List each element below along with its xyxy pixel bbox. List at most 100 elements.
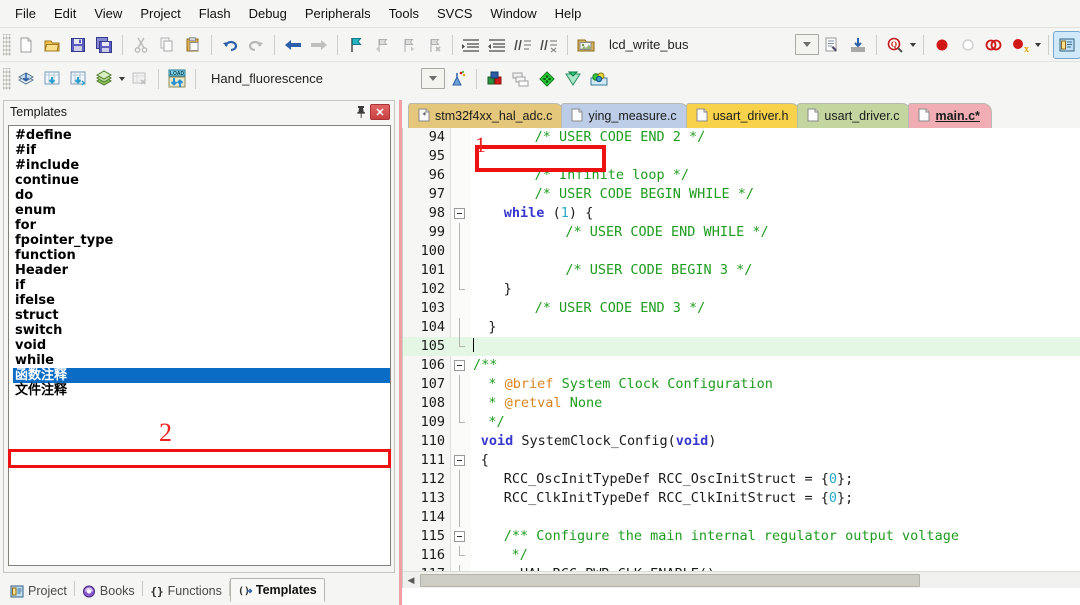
bookmark-clear-icon[interactable]: [421, 32, 447, 58]
undo-icon[interactable]: [217, 32, 243, 58]
toolbar-grip[interactable]: [3, 33, 11, 56]
code-line[interactable]: 105: [403, 337, 1080, 356]
template-list-item[interactable]: while: [13, 353, 390, 368]
template-list-item[interactable]: #define: [13, 128, 390, 143]
toolbar-grip-2[interactable]: [3, 67, 11, 90]
menu-item-edit[interactable]: Edit: [45, 2, 85, 25]
breakpoint-dropdown-icon[interactable]: [1033, 32, 1043, 58]
code-line[interactable]: 101 /* USER CODE BEGIN 3 */: [403, 261, 1080, 280]
project-window-icon[interactable]: [1053, 30, 1080, 59]
batch-build-icon[interactable]: [91, 66, 117, 92]
bookmark-prev-icon[interactable]: [369, 32, 395, 58]
close-icon[interactable]: ✕: [370, 104, 390, 120]
scrollbar-thumb[interactable]: [420, 573, 920, 587]
outdent-icon[interactable]: [484, 32, 510, 58]
save-icon[interactable]: [65, 32, 91, 58]
fold-toggle-icon[interactable]: [454, 208, 465, 219]
find-in-files-icon[interactable]: Q: [882, 32, 908, 58]
start-debug-icon[interactable]: [445, 66, 471, 92]
open-project-icon[interactable]: [573, 32, 599, 58]
code-line[interactable]: 104}: [403, 318, 1080, 337]
breakpoint-disable-all-icon[interactable]: [981, 32, 1007, 58]
chevron-down-icon[interactable]: [795, 34, 819, 55]
menu-item-debug[interactable]: Debug: [240, 2, 296, 25]
code-line[interactable]: 100: [403, 242, 1080, 261]
open-file-icon[interactable]: [39, 32, 65, 58]
panel-tab-books[interactable]: Books: [75, 580, 142, 602]
target-dropdown-icon[interactable]: [421, 68, 446, 89]
code-line[interactable]: 99 /* USER CODE END WHILE */: [403, 223, 1080, 242]
paste-icon[interactable]: [180, 32, 206, 58]
download-icon[interactable]: LOAD: [164, 66, 190, 92]
code-line[interactable]: 116 */: [403, 546, 1080, 565]
new-file-icon[interactable]: [13, 32, 39, 58]
find-dropdown-icon[interactable]: [908, 32, 918, 58]
code-line[interactable]: 103 /* USER CODE END 3 */: [403, 299, 1080, 318]
target-options2-icon[interactable]: [482, 66, 508, 92]
translate-icon[interactable]: [13, 66, 39, 92]
rebuild-icon[interactable]: [65, 66, 91, 92]
template-list-item[interactable]: ifelse: [13, 293, 390, 308]
horizontal-scrollbar[interactable]: ◀: [403, 571, 1080, 588]
code-line[interactable]: 111 {: [403, 451, 1080, 470]
editor-tab-usart-driver-h[interactable]: usart_driver.h: [685, 103, 801, 128]
menu-item-svcs[interactable]: SVCS: [428, 2, 481, 25]
target-options-icon[interactable]: [819, 32, 845, 58]
fold-toggle-icon[interactable]: [454, 531, 465, 542]
template-list-item[interactable]: function: [13, 248, 390, 263]
menu-item-tools[interactable]: Tools: [380, 2, 428, 25]
menu-item-file[interactable]: File: [6, 2, 45, 25]
code-line[interactable]: 96 /* Infinite loop */: [403, 166, 1080, 185]
manage-rte-icon[interactable]: [586, 66, 612, 92]
build-icon[interactable]: [39, 66, 65, 92]
template-list-item[interactable]: 函数注释: [13, 368, 390, 383]
template-list-item[interactable]: 文件注释: [13, 383, 390, 398]
scroll-left-arrow[interactable]: ◀: [403, 572, 419, 588]
manage-components-icon[interactable]: [845, 32, 871, 58]
templates-list[interactable]: #define #if #include continue do enum for fpoin…: [8, 125, 391, 566]
template-list-item[interactable]: continue: [13, 173, 390, 188]
code-line[interactable]: 110 void SystemClock_Config(void): [403, 432, 1080, 451]
code-line[interactable]: 108 * @retval None: [403, 394, 1080, 413]
save-all-icon[interactable]: [91, 32, 117, 58]
template-list-item[interactable]: if: [13, 278, 390, 293]
code-line[interactable]: 94 /* USER CODE END 2 */: [403, 128, 1080, 147]
menu-item-help[interactable]: Help: [546, 2, 591, 25]
copy-icon[interactable]: [154, 32, 180, 58]
menu-item-view[interactable]: View: [85, 2, 131, 25]
breakpoint-disable-icon[interactable]: [955, 32, 981, 58]
template-list-item[interactable]: do: [13, 188, 390, 203]
pin-icon[interactable]: [352, 103, 370, 121]
code-line[interactable]: 115 /** Configure the main internal regul…: [403, 527, 1080, 546]
indent-icon[interactable]: [458, 32, 484, 58]
menu-item-flash[interactable]: Flash: [190, 2, 240, 25]
comment-icon[interactable]: [510, 32, 536, 58]
panel-tab-templates[interactable]: () Templates: [229, 578, 325, 602]
code-line[interactable]: 112 RCC_OscInitTypeDef RCC_OscInitStruct …: [403, 470, 1080, 489]
code-line[interactable]: 95: [403, 147, 1080, 166]
code-editor[interactable]: 94 /* USER CODE END 2 */ 95 96 /* Infinite l…: [402, 128, 1080, 588]
template-list-item[interactable]: #include: [13, 158, 390, 173]
pack-installer-icon[interactable]: [560, 66, 586, 92]
template-list-item[interactable]: fpointer_type: [13, 233, 390, 248]
code-line[interactable]: 107 * @brief System Clock Configuration: [403, 375, 1080, 394]
cut-icon[interactable]: [128, 32, 154, 58]
editor-tab-ying-measure-c[interactable]: ying_measure.c: [561, 103, 689, 128]
menu-item-peripherals[interactable]: Peripherals: [296, 2, 380, 25]
multi-project-icon[interactable]: [508, 66, 534, 92]
editor-tab-usart-driver-c[interactable]: usart_driver.c: [797, 103, 912, 128]
redo-icon[interactable]: [243, 32, 269, 58]
template-list-item[interactable]: void: [13, 338, 390, 353]
code-line[interactable]: 98 while (1) {: [403, 204, 1080, 223]
fold-toggle-icon[interactable]: [454, 455, 465, 466]
bookmark-toggle-icon[interactable]: [343, 32, 369, 58]
breakpoint-kill-all-icon[interactable]: x: [1007, 32, 1033, 58]
template-list-item[interactable]: enum: [13, 203, 390, 218]
menu-item-project[interactable]: Project: [131, 2, 189, 25]
editor-tab-stm32f4xx-hal-adc-c[interactable]: * stm32f4xx_hal_adc.c: [408, 103, 565, 128]
template-list-item[interactable]: switch: [13, 323, 390, 338]
batch-build-dropdown-icon[interactable]: [117, 66, 127, 92]
code-line[interactable]: 114: [403, 508, 1080, 527]
back-arrow-icon[interactable]: [280, 32, 306, 58]
breakpoint-icon[interactable]: [929, 32, 955, 58]
